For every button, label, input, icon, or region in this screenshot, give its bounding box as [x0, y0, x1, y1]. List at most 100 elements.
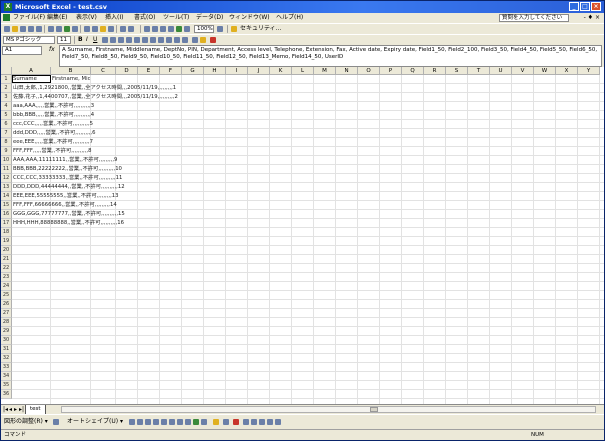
row-header-5[interactable]: 5 [1, 111, 12, 120]
underline-button[interactable]: U [93, 36, 97, 44]
arrow-style-icon[interactable] [259, 419, 265, 425]
italic-button[interactable]: I [86, 36, 88, 44]
row-header-16[interactable]: 16 [1, 210, 12, 219]
undo-icon[interactable] [120, 26, 126, 32]
row-header-17[interactable]: 17 [1, 219, 12, 228]
excel-app-icon[interactable]: X [4, 3, 12, 11]
column-header-b[interactable]: B [51, 67, 91, 75]
menu-view[interactable]: 表示(V) [76, 13, 97, 23]
decrease-indent-icon[interactable] [174, 37, 180, 43]
column-header-v[interactable]: V [512, 67, 534, 75]
align-center-icon[interactable] [110, 37, 116, 43]
next-sheet-button[interactable]: ▸ [14, 406, 17, 414]
wordart-icon[interactable] [177, 419, 183, 425]
column-header-s[interactable]: S [446, 67, 468, 75]
font-size-select[interactable]: 11 [57, 36, 71, 44]
first-sheet-button[interactable]: |◂ [3, 406, 8, 414]
font-select[interactable]: MS Pゴシック [3, 36, 55, 44]
cell-b1[interactable]: Firstname, Middl [52, 75, 90, 84]
column-header-y[interactable]: Y [578, 67, 600, 75]
column-header-k[interactable]: K [270, 67, 292, 75]
cell-a7[interactable]: ddd,DDD,,,,,営業,,不許可,,,,,,,,,,6 [13, 129, 96, 138]
draw-font-color-icon[interactable] [233, 419, 239, 425]
row-header-29[interactable]: 29 [1, 327, 12, 336]
cell-a16[interactable]: GGG,GGG,77777777,,営業,,不許可,,,,,,,,,,15 [13, 210, 125, 219]
column-header-g[interactable]: G [182, 67, 204, 75]
prev-sheet-button[interactable]: ◂ [9, 406, 12, 414]
picture-icon[interactable] [201, 419, 207, 425]
cell-a6[interactable]: ccc,CCC,,,,,営業,,不許可,,,,,,,,,,5 [13, 120, 93, 129]
row-header-10[interactable]: 10 [1, 156, 12, 165]
hyperlink-icon[interactable] [144, 26, 150, 32]
save-icon[interactable] [20, 26, 26, 32]
document-window-controls[interactable]: - ♦ × [584, 13, 600, 23]
menu-help[interactable]: ヘルプ(H) [276, 13, 303, 23]
bold-button[interactable]: B [78, 36, 83, 44]
cell-a13[interactable]: DDD,DDD,44444444,,営業,,不許可,,,,,,,,,,12 [13, 183, 125, 192]
row-header-14[interactable]: 14 [1, 192, 12, 201]
active-cell-a1[interactable] [12, 75, 51, 83]
column-header-m[interactable]: M [314, 67, 336, 75]
autosum-icon[interactable] [152, 26, 158, 32]
row-header-18[interactable]: 18 [1, 228, 12, 237]
last-sheet-button[interactable]: ▸| [19, 406, 24, 414]
sort-ascending-icon[interactable] [160, 26, 166, 32]
column-header-p[interactable]: P [380, 67, 402, 75]
align-right-icon[interactable] [118, 37, 124, 43]
diagram-icon[interactable] [185, 419, 191, 425]
borders-icon[interactable] [192, 37, 198, 43]
column-header-f[interactable]: F [160, 67, 182, 75]
cell-a5[interactable]: bbb,BBB,,,,,営業,,不許可,,,,,,,,,,4 [13, 111, 94, 120]
row-header-21[interactable]: 21 [1, 255, 12, 264]
cell-a12[interactable]: CCC,CCC,33333333,,営業,,不許可,,,,,,,,,,11 [13, 174, 122, 183]
row-header-34[interactable]: 34 [1, 372, 12, 381]
row-header-35[interactable]: 35 [1, 381, 12, 390]
align-left-icon[interactable] [102, 37, 108, 43]
row-header-32[interactable]: 32 [1, 354, 12, 363]
column-header-q[interactable]: Q [402, 67, 424, 75]
column-header-d[interactable]: D [116, 67, 138, 75]
row-header-27[interactable]: 27 [1, 309, 12, 318]
row-header-30[interactable]: 30 [1, 336, 12, 345]
draw-fill-color-icon[interactable] [213, 419, 219, 425]
menu-file[interactable]: ファイル(F) [13, 13, 45, 23]
line-color-icon[interactable] [223, 419, 229, 425]
row-header-28[interactable]: 28 [1, 318, 12, 327]
row-header-1[interactable]: 1 [1, 75, 12, 84]
row-header-7[interactable]: 7 [1, 129, 12, 138]
row-header-33[interactable]: 33 [1, 363, 12, 372]
research-icon[interactable] [72, 26, 78, 32]
row-header-24[interactable]: 24 [1, 282, 12, 291]
comma-style-icon[interactable] [150, 37, 156, 43]
name-box[interactable]: A1 [2, 46, 42, 55]
paste-icon[interactable] [100, 26, 106, 32]
column-header-a[interactable]: A [12, 67, 51, 75]
cell-a4[interactable]: aaa,AAA,,,,,営業,,不許可,,,,,,,,,,3 [13, 102, 94, 111]
column-header-j[interactable]: J [248, 67, 270, 75]
autoshapes-menu-button[interactable]: オートシェイプ(U) ▾ [67, 418, 123, 426]
doc-icon[interactable] [3, 14, 10, 21]
textbox-icon[interactable] [161, 419, 167, 425]
cell-a8[interactable]: eee,EEE,,,,,営業,,不許可,,,,,,,,,,7 [13, 138, 93, 147]
line-icon[interactable] [129, 419, 135, 425]
email-icon[interactable] [36, 26, 42, 32]
decrease-decimal-icon[interactable] [166, 37, 172, 43]
security-label[interactable]: セキュリティ... [240, 25, 281, 33]
column-header-i[interactable]: I [226, 67, 248, 75]
dash-style-icon[interactable] [251, 419, 257, 425]
permission-icon[interactable] [28, 26, 34, 32]
3d-icon[interactable] [275, 419, 281, 425]
cell-a2[interactable]: 山田,太郎,,1,2921800,,営業,,全アクセス時間,,,2005/11/… [13, 84, 176, 93]
select-objects-icon[interactable] [53, 419, 59, 425]
cell-a15[interactable]: FFF,FFF,66666666,,営業,,不許可,,,,,,,,,14 [13, 201, 117, 210]
row-header-23[interactable]: 23 [1, 273, 12, 282]
row-header-20[interactable]: 20 [1, 246, 12, 255]
font-color-icon[interactable] [210, 37, 216, 43]
clipart-icon[interactable] [193, 419, 199, 425]
menu-data[interactable]: データ(D) [196, 13, 223, 23]
column-header-t[interactable]: T [468, 67, 490, 75]
column-header-o[interactable]: O [358, 67, 380, 75]
vertical-textbox-icon[interactable] [169, 419, 175, 425]
column-header-h[interactable]: H [204, 67, 226, 75]
shadow-icon[interactable] [267, 419, 273, 425]
